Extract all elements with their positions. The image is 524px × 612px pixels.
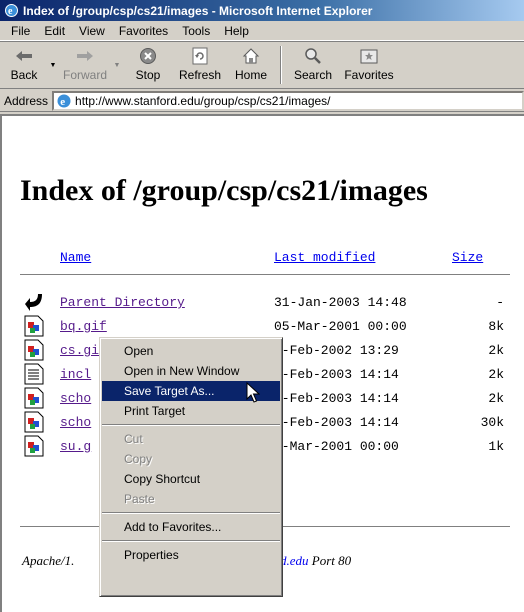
column-header-name[interactable]: Name: [60, 250, 91, 265]
image-file-icon: [24, 339, 46, 361]
file-date: 31-Jan-2003 14:48: [274, 295, 407, 310]
menu-item-paste: Paste: [124, 492, 155, 506]
address-bar: Address e http://www.stanford.edu/group/…: [0, 90, 524, 112]
stop-label: Stop: [135, 68, 161, 82]
toolbar-separator: [280, 46, 282, 84]
search-icon: [301, 46, 325, 66]
file-date: 05-Mar-2001 00:00: [274, 319, 407, 334]
file-name[interactable]: scho: [60, 391, 91, 406]
menu-bar: File Edit View Favorites Tools Help: [0, 21, 524, 41]
menu-item-open-new-window[interactable]: Open in New Window: [102, 361, 280, 381]
file-name[interactable]: incl: [60, 367, 91, 382]
menu-view[interactable]: View: [72, 24, 112, 38]
back-button[interactable]: Back: [2, 43, 46, 87]
file-size: -: [496, 295, 504, 310]
parent-directory-icon: [24, 291, 46, 313]
menu-edit[interactable]: Edit: [37, 24, 72, 38]
file-name[interactable]: cs.gi: [60, 343, 99, 358]
refresh-label: Refresh: [178, 68, 222, 82]
refresh-button[interactable]: Refresh: [172, 43, 228, 87]
image-file-icon: [24, 435, 46, 457]
server-port: Port 80: [308, 553, 352, 568]
file-date: 8-Feb-2002 13:29: [274, 343, 399, 358]
sort-by-modified-link[interactable]: Last modified: [274, 250, 375, 265]
file-size: 2k: [488, 343, 504, 358]
column-header-size[interactable]: Size: [452, 250, 483, 265]
image-file-icon: [24, 411, 46, 433]
header-divider: [20, 274, 510, 276]
page-title: Index of /group/csp/cs21/images: [20, 174, 428, 207]
menu-item-open[interactable]: Open: [102, 341, 280, 361]
menu-help[interactable]: Help: [217, 24, 256, 38]
favorites-label: Favorites: [344, 68, 394, 82]
forward-dropdown-arrow-icon[interactable]: ▼: [110, 43, 124, 87]
file-name[interactable]: scho: [60, 415, 91, 430]
favorites-icon: [357, 46, 381, 66]
sort-by-name-link[interactable]: Name: [60, 250, 91, 265]
title-bar[interactable]: e Index of /group/csp/cs21/images - Micr…: [0, 0, 524, 21]
menu-favorites[interactable]: Favorites: [112, 24, 175, 38]
file-size: 8k: [488, 319, 504, 334]
menu-separator: [102, 424, 280, 426]
svg-text:e: e: [8, 6, 13, 17]
standard-toolbar: Back ▼ Forward ▼ Stop Refresh Home Searc…: [0, 43, 524, 89]
file-date: 4-Feb-2003 14:14: [274, 367, 399, 382]
address-label: Address: [4, 93, 49, 108]
menu-item-copy: Copy: [124, 452, 153, 466]
back-dropdown-arrow-icon[interactable]: ▼: [46, 43, 60, 87]
back-label: Back: [10, 68, 38, 82]
back-arrow-icon: [12, 46, 36, 66]
forward-arrow-icon: [73, 46, 97, 66]
menu-item-print-target[interactable]: Print Target: [102, 401, 280, 421]
svg-text:e: e: [60, 96, 65, 108]
file-date: 4-Feb-2003 14:14: [274, 415, 399, 430]
file-size: 2k: [488, 391, 504, 406]
file-size: 1k: [488, 439, 504, 454]
text-file-icon: [24, 363, 46, 385]
menu-item-copy-shortcut[interactable]: Copy Shortcut: [102, 469, 280, 489]
search-button[interactable]: Search: [288, 43, 338, 87]
favorites-button[interactable]: Favorites: [338, 43, 400, 87]
menu-tools[interactable]: Tools: [175, 24, 217, 38]
home-icon: [239, 46, 263, 66]
host-link[interactable]: d.edu: [280, 553, 309, 568]
file-name[interactable]: bq.gif: [60, 319, 107, 334]
file-name[interactable]: Parent Directory: [60, 295, 185, 310]
table-row: Parent Directory 31-Jan-2003 14:48 -: [2, 291, 524, 317]
address-url: http://www.stanford.edu/group/csp/cs21/i…: [75, 93, 331, 108]
file-size: 2k: [488, 367, 504, 382]
forward-button[interactable]: Forward: [60, 43, 110, 87]
sort-by-size-link[interactable]: Size: [452, 250, 483, 265]
stop-button[interactable]: Stop: [124, 43, 172, 87]
menu-separator: [102, 540, 280, 542]
file-name[interactable]: su.g: [60, 439, 91, 454]
image-file-icon: [24, 387, 46, 409]
image-file-icon: [24, 315, 46, 337]
home-label: Home: [234, 68, 267, 82]
home-button[interactable]: Home: [228, 43, 274, 87]
window-title: Index of /group/csp/cs21/images - Micros…: [23, 3, 373, 18]
address-input[interactable]: e http://www.stanford.edu/group/csp/cs21…: [52, 90, 524, 111]
menu-item-properties[interactable]: Properties: [102, 545, 280, 565]
forward-label: Forward: [62, 68, 107, 82]
menu-item-add-to-favorites[interactable]: Add to Favorites...: [102, 517, 280, 537]
refresh-icon: [188, 46, 212, 66]
file-size: 30k: [480, 415, 504, 430]
server-host: d.edu Port 80: [280, 553, 351, 569]
menu-file[interactable]: File: [4, 24, 37, 38]
page-icon: e: [56, 93, 72, 109]
search-label: Search: [293, 68, 333, 82]
stop-icon: [136, 46, 160, 66]
server-version: Apache/1.: [22, 553, 75, 568]
file-date: 4-Feb-2003 14:14: [274, 391, 399, 406]
file-date: 5-Mar-2001 00:00: [274, 439, 399, 454]
menu-separator: [102, 512, 280, 514]
internet-explorer-icon: e: [3, 3, 19, 19]
column-header-modified[interactable]: Last modified: [274, 250, 375, 265]
context-menu: Open Open in New Window Save Target As..…: [99, 337, 283, 597]
mouse-pointer-icon: [246, 382, 260, 403]
menu-item-cut: Cut: [124, 432, 143, 446]
